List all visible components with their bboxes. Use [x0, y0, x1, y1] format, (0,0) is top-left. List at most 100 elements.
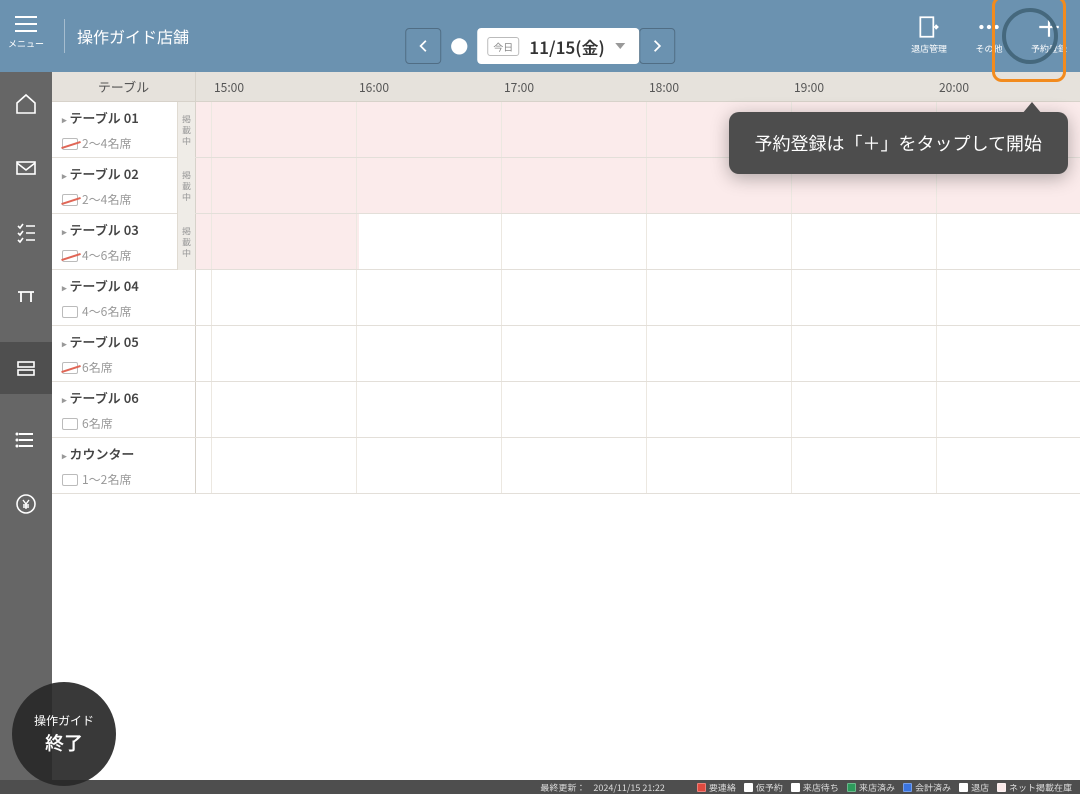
hour-gridline: [211, 102, 212, 157]
hour-gridline: [501, 270, 502, 325]
next-day-button[interactable]: [639, 28, 675, 64]
legend-item: 退店: [959, 781, 989, 794]
hour-gridline: [501, 158, 502, 213]
table-row[interactable]: テーブル 056名席: [52, 326, 1080, 382]
table-capacity: 2〜4名席: [62, 135, 191, 152]
hour-gridline: [211, 382, 212, 437]
hour-gridline: [356, 382, 357, 437]
menu-button[interactable]: メニュー: [0, 0, 52, 72]
hour-gridline: [211, 158, 212, 213]
row-slots[interactable]: [196, 270, 1080, 325]
table-name: カウンター: [62, 444, 191, 463]
hamburger-icon: [15, 23, 37, 25]
table-name: テーブル 06: [62, 388, 191, 407]
door-icon: [916, 14, 942, 40]
nav-money[interactable]: [0, 486, 52, 522]
guide-exit-line2: 終了: [45, 729, 83, 756]
legend-label: 仮予約: [756, 781, 783, 794]
hour-gridline: [791, 438, 792, 493]
legend-item: 会計済み: [903, 781, 951, 794]
hour-gridline: [936, 326, 937, 381]
hour-gridline: [791, 270, 792, 325]
guide-exit-button[interactable]: 操作ガイド 終了: [12, 682, 116, 786]
prev-day-button[interactable]: [405, 28, 441, 64]
table-capacity: 2〜4名席: [62, 191, 191, 208]
hour-gridline: [211, 214, 212, 269]
more-button[interactable]: その他: [966, 14, 1012, 55]
nav-home[interactable]: [0, 86, 52, 122]
hour-gridline: [211, 326, 212, 381]
divider: [64, 19, 65, 53]
row-info[interactable]: テーブル 044〜6名席: [52, 270, 196, 325]
hour-gridline: [356, 326, 357, 381]
legend-label: 要連絡: [709, 781, 736, 794]
hour-gridline: [501, 102, 502, 157]
table-row[interactable]: テーブル 044〜6名席: [52, 270, 1080, 326]
table-capacity: 4〜6名席: [62, 247, 191, 264]
legend-label: 来店待ち: [803, 781, 839, 794]
nav-table[interactable]: [0, 278, 52, 314]
timetable-header: テーブル 15:0016:0017:0018:0019:0020:00: [52, 72, 1080, 102]
add-reservation-button[interactable]: 予約登録: [1026, 14, 1072, 55]
legend: 要連絡 仮予約 来店待ち来店済み 会計済み退店 ネット掲載在庫: [697, 781, 1072, 794]
legend-swatch: [847, 783, 856, 792]
legend-item: ネット掲載在庫: [997, 781, 1072, 794]
table-row[interactable]: テーブル 066名席: [52, 382, 1080, 438]
hour-gridline: [646, 270, 647, 325]
hour-gridline: [501, 326, 502, 381]
row-info[interactable]: カウンター 1〜2名席: [52, 438, 196, 493]
side-rail: [0, 72, 52, 780]
timetable-body[interactable]: テーブル 012〜4名席掲載中テーブル 022〜4名席掲載中テーブル 034〜6…: [52, 102, 1080, 780]
nav-list[interactable]: [0, 422, 52, 458]
updated-value: 2024/11/15 21:22: [593, 781, 665, 794]
seat-icon: [14, 356, 38, 380]
legend-label: ネット掲載在庫: [1009, 781, 1072, 794]
table-capacity: 1〜2名席: [62, 471, 191, 488]
legend-item: 仮予約: [744, 781, 783, 794]
hour-label: 15:00: [214, 72, 244, 102]
legend-swatch: [697, 783, 706, 792]
table-name: テーブル 03: [62, 220, 191, 239]
date-dropdown[interactable]: 今日 11/15(金): [477, 28, 639, 64]
row-info[interactable]: テーブル 056名席: [52, 326, 196, 381]
nav-seat[interactable]: [0, 342, 52, 394]
guide-exit-line1: 操作ガイド: [34, 712, 94, 729]
row-info[interactable]: テーブル 012〜4名席掲載中: [52, 102, 196, 157]
hour-gridline: [646, 326, 647, 381]
app-header: メニュー 操作ガイド店舗 ● 今日 11/15(金) 退店管理 その他 予約登録: [0, 0, 1080, 72]
hour-gridline: [356, 214, 357, 269]
table-name: テーブル 01: [62, 108, 191, 127]
legend-item: 要連絡: [697, 781, 736, 794]
nav-checklist[interactable]: [0, 214, 52, 250]
legend-item: 来店待ち: [791, 781, 839, 794]
hour-gridline: [501, 438, 502, 493]
hour-gridline: [646, 382, 647, 437]
status-footer: 最終更新： 2024/11/15 21:22 要連絡仮予約来店待ち来店済み会計済…: [0, 780, 1080, 794]
store-name: 操作ガイド店舗: [77, 24, 189, 48]
legend-swatch: [791, 783, 800, 792]
nav-mail[interactable]: [0, 150, 52, 186]
exit-manage-button[interactable]: 退店管理: [906, 14, 952, 55]
row-info[interactable]: テーブル 066名席: [52, 382, 196, 437]
seat-type-icon: [62, 306, 78, 318]
hour-gridline: [211, 270, 212, 325]
legend-item: 来店済み: [847, 781, 895, 794]
hour-label: 20:00: [939, 72, 969, 102]
row-slots[interactable]: [196, 382, 1080, 437]
legend-label: 会計済み: [915, 781, 951, 794]
dot-icon: ●: [441, 28, 477, 64]
date-text: 11/15(金): [529, 34, 605, 59]
row-slots[interactable]: [196, 326, 1080, 381]
hour-label: 18:00: [649, 72, 679, 102]
row-info[interactable]: テーブル 034〜6名席掲載中: [52, 214, 196, 269]
table-row[interactable]: カウンター 1〜2名席: [52, 438, 1080, 494]
row-info[interactable]: テーブル 022〜4名席掲載中: [52, 158, 196, 213]
table-row[interactable]: テーブル 034〜6名席掲載中: [52, 214, 1080, 270]
chevron-down-icon: [615, 43, 625, 49]
row-slots[interactable]: [196, 438, 1080, 493]
hour-gridline: [791, 214, 792, 269]
hour-gridline: [936, 270, 937, 325]
row-slots[interactable]: [196, 214, 1080, 269]
no-smoking-icon: [62, 194, 78, 206]
list-icon: [14, 428, 38, 452]
